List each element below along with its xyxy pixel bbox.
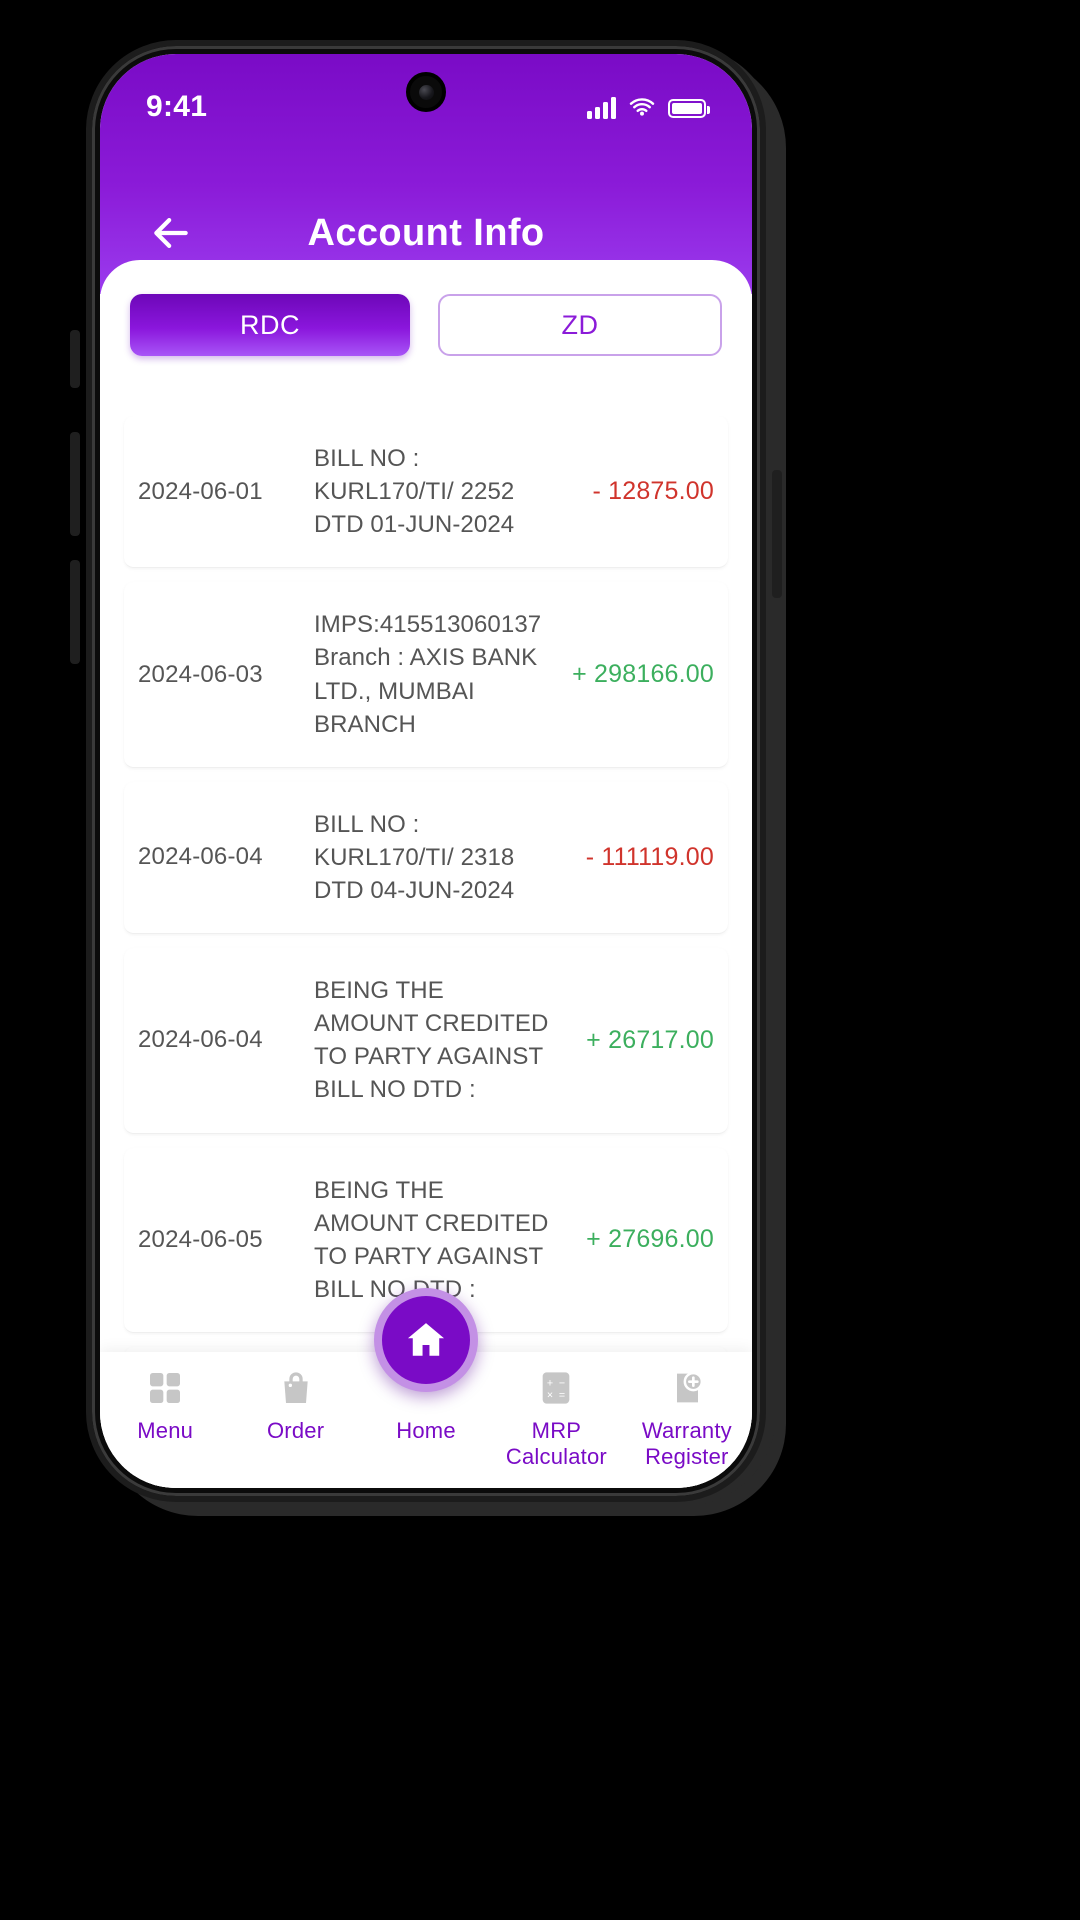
transaction-row[interactable]: 2024-06-01 BILL NO : KURL170/TI/ 2252 DTD… (124, 416, 728, 569)
transaction-description: IMPS:415513060137 Branch : AXIS BANK LTD… (314, 611, 542, 738)
nav-label-mrp-calculator: MRP Calculator (505, 1418, 607, 1470)
transaction-description: BEING THE AMOUNT CREDITED TO PARTY AGAIN… (314, 1176, 549, 1303)
transaction-amount: + 27696.00 (586, 1225, 714, 1254)
transaction-row[interactable]: 2024-06-04 BEING THE AMOUNT CREDITED TO P… (124, 948, 728, 1134)
status-bar-indicators (587, 94, 710, 122)
transaction-date: 2024-06-04 (138, 843, 263, 871)
svg-text:+: + (547, 1378, 553, 1390)
nav-label-home: Home (396, 1418, 456, 1443)
nav-item-warranty-register[interactable]: Warranty Register (622, 1366, 752, 1471)
content-sheet: RDC ZD 2024-06-01 BILL NO : KURL170/TI/ 2… (100, 260, 752, 1488)
screenshot-root: 9:41 Account Info RDC ZD 2024-06-01 BILL… (0, 0, 1080, 1920)
transaction-amount: + 298166.00 (572, 660, 714, 689)
svg-text:=: = (559, 1390, 565, 1402)
nav-item-mrp-calculator[interactable]: + − × = MRP Calculator (491, 1366, 621, 1471)
transaction-amount: - 111119.00 (585, 842, 714, 871)
volume-down-button[interactable] (70, 560, 80, 664)
nav-label-order: Order (266, 1418, 325, 1443)
volume-up-button[interactable] (70, 432, 80, 536)
back-arrow-icon (154, 218, 188, 248)
tab-zd[interactable]: ZD (438, 294, 722, 356)
home-fab-button[interactable] (374, 1288, 478, 1392)
add-badge-icon (676, 1371, 703, 1403)
transaction-amount: + 26717.00 (586, 1025, 714, 1054)
transaction-date: 2024-06-04 (138, 1026, 263, 1054)
status-bar-clock: 9:41 (146, 90, 208, 123)
calculator-icon: + − × = (543, 1372, 570, 1404)
svg-text:−: − (559, 1378, 565, 1390)
transaction-description: BILL NO : KURL170/TI/ 2252 DTD 01-JUN-20… (314, 445, 515, 539)
mute-switch-button[interactable] (70, 330, 80, 388)
account-type-tabs: RDC ZD (100, 260, 752, 376)
transaction-date: 2024-06-05 (138, 1225, 263, 1253)
tab-rdc[interactable]: RDC (130, 294, 410, 356)
grid-menu-icon (150, 1373, 181, 1403)
home-icon (407, 1323, 445, 1356)
battery-full-icon (668, 98, 710, 118)
camera-dynamic-island (406, 72, 446, 112)
transaction-description: BILL NO : KURL170/TI/ 2318 DTD 04-JUN-20… (314, 810, 515, 904)
phone-screen: 9:41 Account Info RDC ZD 2024-06-01 BILL… (100, 54, 752, 1488)
signal-bars-icon (587, 97, 616, 119)
nav-item-menu[interactable]: Menu (100, 1366, 230, 1444)
header-nav-bar: Account Info (100, 198, 752, 268)
nav-label-warranty-register: Warranty Register (641, 1418, 732, 1470)
transaction-row[interactable]: 2024-06-04 BILL NO : KURL170/TI/ 2318 DTD… (124, 781, 728, 935)
transaction-date: 2024-06-03 (138, 660, 263, 688)
transaction-date: 2024-06-01 (138, 477, 263, 505)
transaction-amount: - 12875.00 (592, 477, 714, 506)
nav-label-menu: Menu (137, 1418, 194, 1443)
shopping-bag-icon (283, 1372, 308, 1403)
svg-text:×: × (547, 1390, 553, 1402)
app-header: 9:41 Account Info (100, 54, 752, 294)
transaction-description: BEING THE AMOUNT CREDITED TO PARTY AGAIN… (314, 977, 549, 1104)
power-button[interactable] (772, 470, 782, 598)
back-button[interactable] (142, 204, 200, 262)
nav-item-order[interactable]: Order (230, 1366, 360, 1444)
wifi-icon (629, 98, 655, 116)
transaction-row[interactable]: 2024-06-03 IMPS:415513060137 Branch : AXI… (124, 582, 728, 768)
